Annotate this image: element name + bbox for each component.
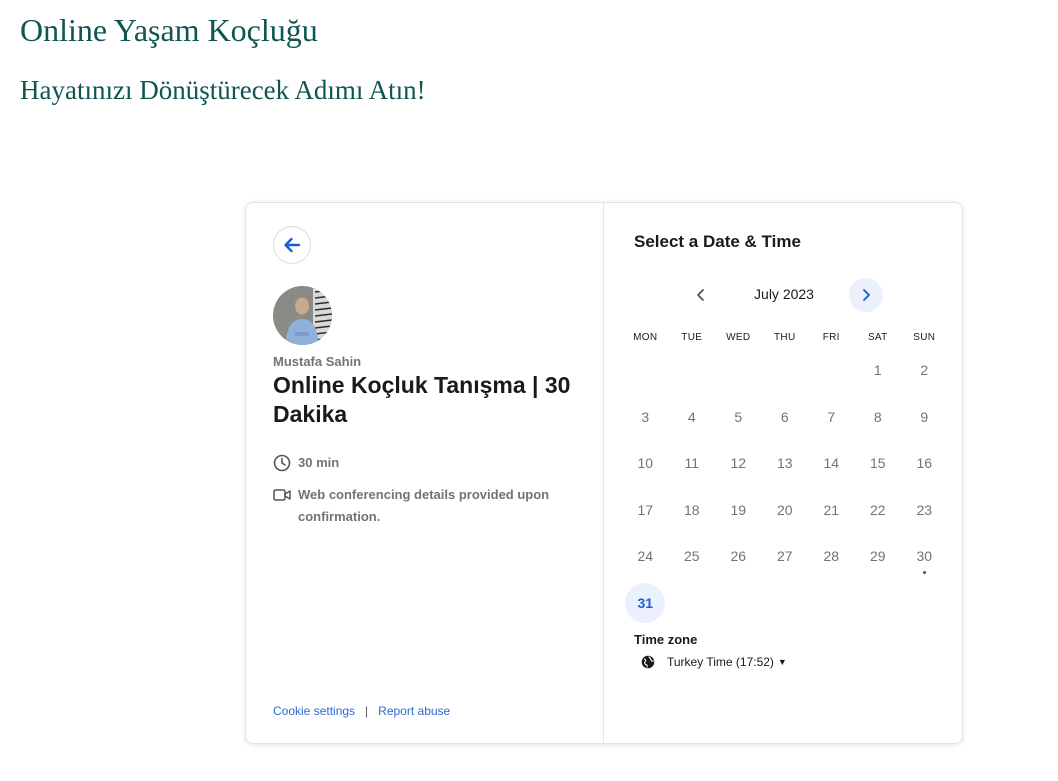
report-abuse-link[interactable]: Report abuse	[378, 704, 450, 718]
calendar-day: 11	[684, 455, 700, 472]
calendar-empty-cell	[669, 347, 716, 394]
footer-links: Cookie settings | Report abuse	[273, 704, 450, 718]
caret-down-icon: ▼	[777, 657, 787, 667]
calendar-week: 17 18 19 20 21 22 23	[622, 487, 948, 534]
calendar-day: 22	[869, 501, 886, 518]
host-name: Mustafa Sahin	[273, 354, 362, 369]
calendar-empty-cell	[808, 580, 855, 627]
calendar-empty-cell	[855, 580, 902, 627]
page-title: Online Yaşam Koçluğu	[20, 12, 318, 48]
calendar-week: 12	[622, 347, 948, 394]
weekday-label: SAT	[867, 332, 888, 343]
duration-detail: 30 min	[273, 452, 339, 474]
calendar-day: 2	[920, 362, 929, 379]
calendar-day: 19	[730, 501, 747, 518]
clock-icon	[273, 454, 291, 472]
calendar-day: 14	[823, 455, 840, 472]
calendar-day: 10	[637, 455, 654, 472]
calendar-day: 20	[776, 501, 793, 518]
calendar-day: 25	[683, 548, 700, 565]
calendar-empty-cell	[808, 347, 855, 394]
calendar-week: 3 4 5 6 7 8 9	[622, 394, 948, 441]
month-navigation: July 2023	[604, 277, 962, 313]
month-label: July 2023	[754, 286, 814, 302]
calendar-day: 24	[637, 548, 654, 565]
calendar-empty-cell	[901, 580, 948, 627]
calendar-empty-cell	[715, 580, 762, 627]
calendar-day: 18	[683, 501, 700, 518]
arrow-left-icon	[284, 237, 301, 253]
calendar-empty-cell	[762, 580, 809, 627]
previous-month-button[interactable]	[684, 278, 718, 312]
calendar-empty-cell	[762, 347, 809, 394]
calendar-empty-cell	[715, 347, 762, 394]
calendar-day: 6	[780, 408, 789, 425]
event-details-pane: Mustafa Sahin Online Koçluk Tanışma | 30…	[246, 203, 604, 743]
calendar-day: 28	[823, 548, 840, 565]
conferencing-text: Web conferencing details provided upon c…	[298, 487, 550, 524]
calendar-week: 10 11 12 13 14 15 16	[622, 440, 948, 487]
calendar-day: 30	[901, 533, 948, 580]
scheduling-widget: Mustafa Sahin Online Koçluk Tanışma | 30…	[245, 202, 963, 744]
calendar-day: 23	[916, 501, 933, 518]
page-subtitle: Hayatınızı Dönüştürecek Adımı Atın!	[20, 75, 426, 105]
calendar-day: 29	[869, 548, 886, 565]
weekday-label: TUE	[681, 332, 703, 343]
calendar-empty-cell	[669, 580, 716, 627]
calendar-day: 12	[730, 455, 747, 472]
calendar-day: 8	[873, 408, 882, 425]
calendar-day: 4	[687, 408, 696, 425]
video-camera-icon	[273, 489, 291, 501]
weekday-label: SUN	[913, 332, 936, 343]
calendar-day: 9	[920, 408, 929, 425]
calendar-week: 24 25 26 27 28 29 30	[622, 533, 948, 580]
calendar-day: 3	[641, 408, 650, 425]
back-button[interactable]	[273, 226, 311, 264]
weekday-label: WED	[726, 332, 751, 343]
timezone-label: Time zone	[634, 632, 698, 647]
weekday-label: FRI	[822, 332, 840, 343]
host-avatar	[273, 286, 332, 345]
timezone-value: Turkey Time (17:52)	[667, 655, 774, 669]
calendar-heading: Select a Date & Time	[634, 232, 801, 251]
calendar-day: 21	[823, 501, 840, 518]
calendar-empty-cell	[622, 347, 669, 394]
calendar-day-grid: 1 2 3 4 5 6 7 8 9 10 11 12 13 14 15 16 17 18 19 20 21 22 23 24 2…	[622, 347, 948, 626]
calendar-day: 15	[869, 455, 886, 472]
timezone-select[interactable]: Turkey Time (17:52) ▼	[641, 655, 787, 669]
conferencing-detail: Web conferencing details provided upon c…	[273, 484, 573, 528]
calendar-pane: Select a Date & Time July 2023 MON TUE W…	[604, 203, 962, 743]
next-month-button[interactable]	[849, 278, 883, 312]
calendar-day: 16	[916, 455, 933, 472]
calendar-day-available[interactable]: 31	[625, 582, 666, 623]
calendar-day: 26	[730, 548, 747, 565]
calendar-day: 7	[827, 408, 836, 425]
event-title: Online Koçluk Tanışma | 30 Dakika	[273, 372, 571, 427]
calendar-day: 17	[637, 501, 654, 518]
globe-icon	[641, 655, 655, 669]
chevron-left-icon	[697, 289, 704, 301]
cookie-settings-link[interactable]: Cookie settings	[273, 704, 355, 718]
weekday-header: MON TUE WED THU FRI SAT SUN	[622, 332, 948, 343]
duration-text: 30 min	[298, 455, 340, 470]
weekday-label: MON	[633, 332, 658, 343]
footer-separator: |	[365, 704, 369, 718]
chevron-right-icon	[863, 289, 870, 301]
calendar-week: 31	[622, 580, 948, 627]
calendar-day: 13	[776, 455, 793, 472]
calendar-day: 1	[873, 362, 882, 379]
calendar-day: 27	[776, 548, 793, 565]
weekday-label: THU	[774, 332, 796, 343]
calendar-day: 5	[734, 408, 743, 425]
